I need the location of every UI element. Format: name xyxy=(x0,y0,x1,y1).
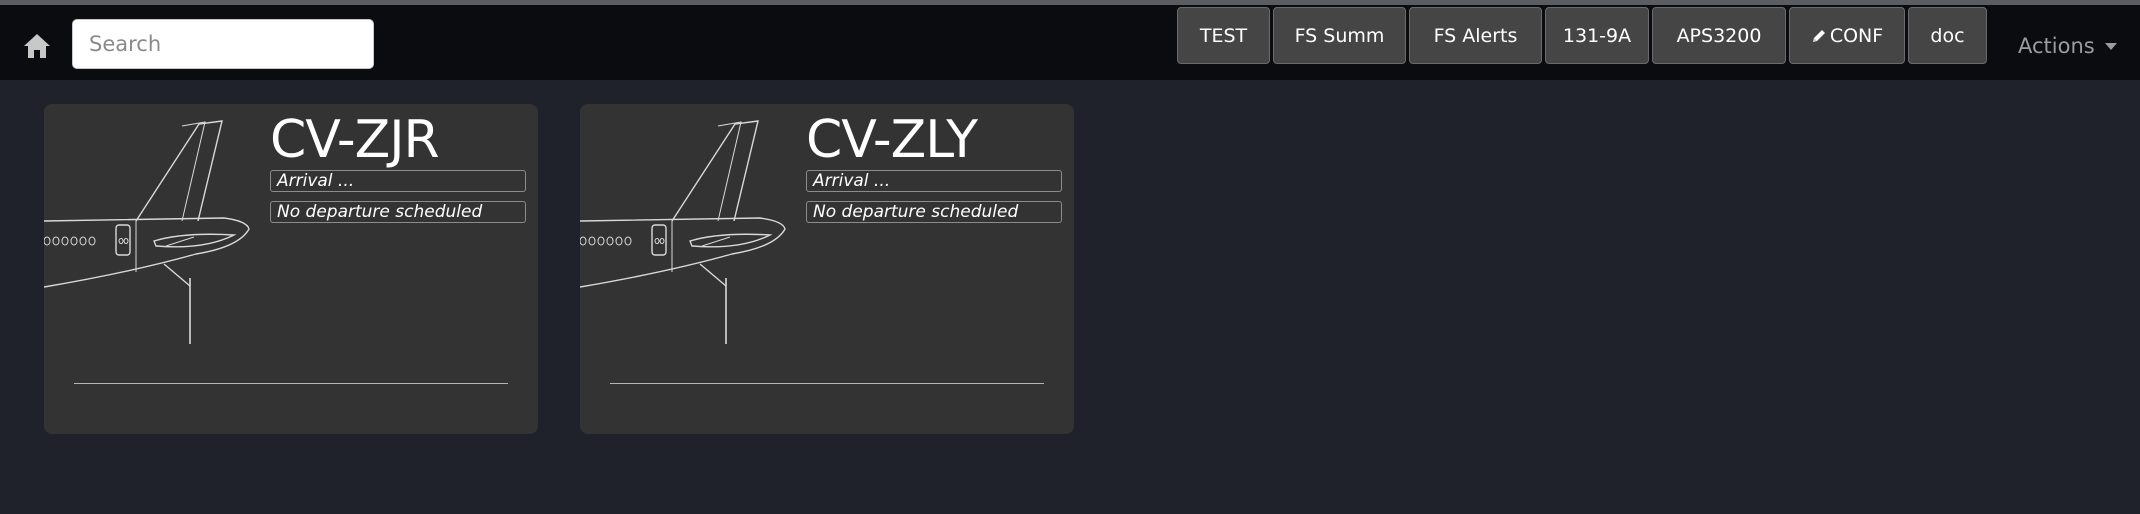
aircraft-registration: CV-ZLY xyxy=(806,110,978,170)
doc-button[interactable]: doc xyxy=(1908,7,1987,64)
home-icon xyxy=(24,34,50,58)
arrival-status: Arrival ... xyxy=(270,170,526,192)
toolbar-buttons: TEST FS Summ FS Alerts 131-9A APS3200 CO… xyxy=(1177,7,1987,65)
actions-label: Actions xyxy=(2018,34,2095,58)
fs-alerts-button-label: FS Alerts xyxy=(1433,24,1518,47)
test-button[interactable]: TEST xyxy=(1177,7,1270,64)
conf-button[interactable]: CONF xyxy=(1789,7,1905,64)
aps3200-button[interactable]: APS3200 xyxy=(1652,7,1786,64)
fs-summ-button-label: FS Summ xyxy=(1294,24,1385,47)
aircraft-card[interactable]: CV-ZJR Arrival ... No departure schedule… xyxy=(44,104,538,434)
actions-dropdown[interactable]: Actions xyxy=(2018,29,2117,63)
conf-button-label: CONF xyxy=(1829,24,1884,47)
doc-button-label: doc xyxy=(1930,24,1965,47)
search-input[interactable] xyxy=(72,19,374,69)
aircraft-card[interactable]: CV-ZLY Arrival ... No departure schedule… xyxy=(580,104,1074,434)
aps3200-button-label: APS3200 xyxy=(1676,24,1762,47)
departure-status: No departure scheduled xyxy=(806,201,1062,223)
card-divider xyxy=(610,383,1044,384)
card-divider xyxy=(74,383,508,384)
fs-alerts-button[interactable]: FS Alerts xyxy=(1409,7,1542,64)
caret-down-icon xyxy=(2104,42,2117,50)
departure-status: No departure scheduled xyxy=(270,201,526,223)
arrival-status: Arrival ... xyxy=(806,170,1062,192)
pencil-icon xyxy=(1812,29,1825,42)
aircraft-registration: CV-ZJR xyxy=(270,110,440,170)
131-9a-button[interactable]: 131-9A xyxy=(1545,7,1649,64)
fs-summ-button[interactable]: FS Summ xyxy=(1273,7,1406,64)
top-navbar: TEST FS Summ FS Alerts 131-9A APS3200 CO… xyxy=(0,5,2140,80)
home-button[interactable] xyxy=(20,29,54,63)
131-9a-button-label: 131-9A xyxy=(1562,24,1632,47)
test-button-label: TEST xyxy=(1199,24,1248,47)
